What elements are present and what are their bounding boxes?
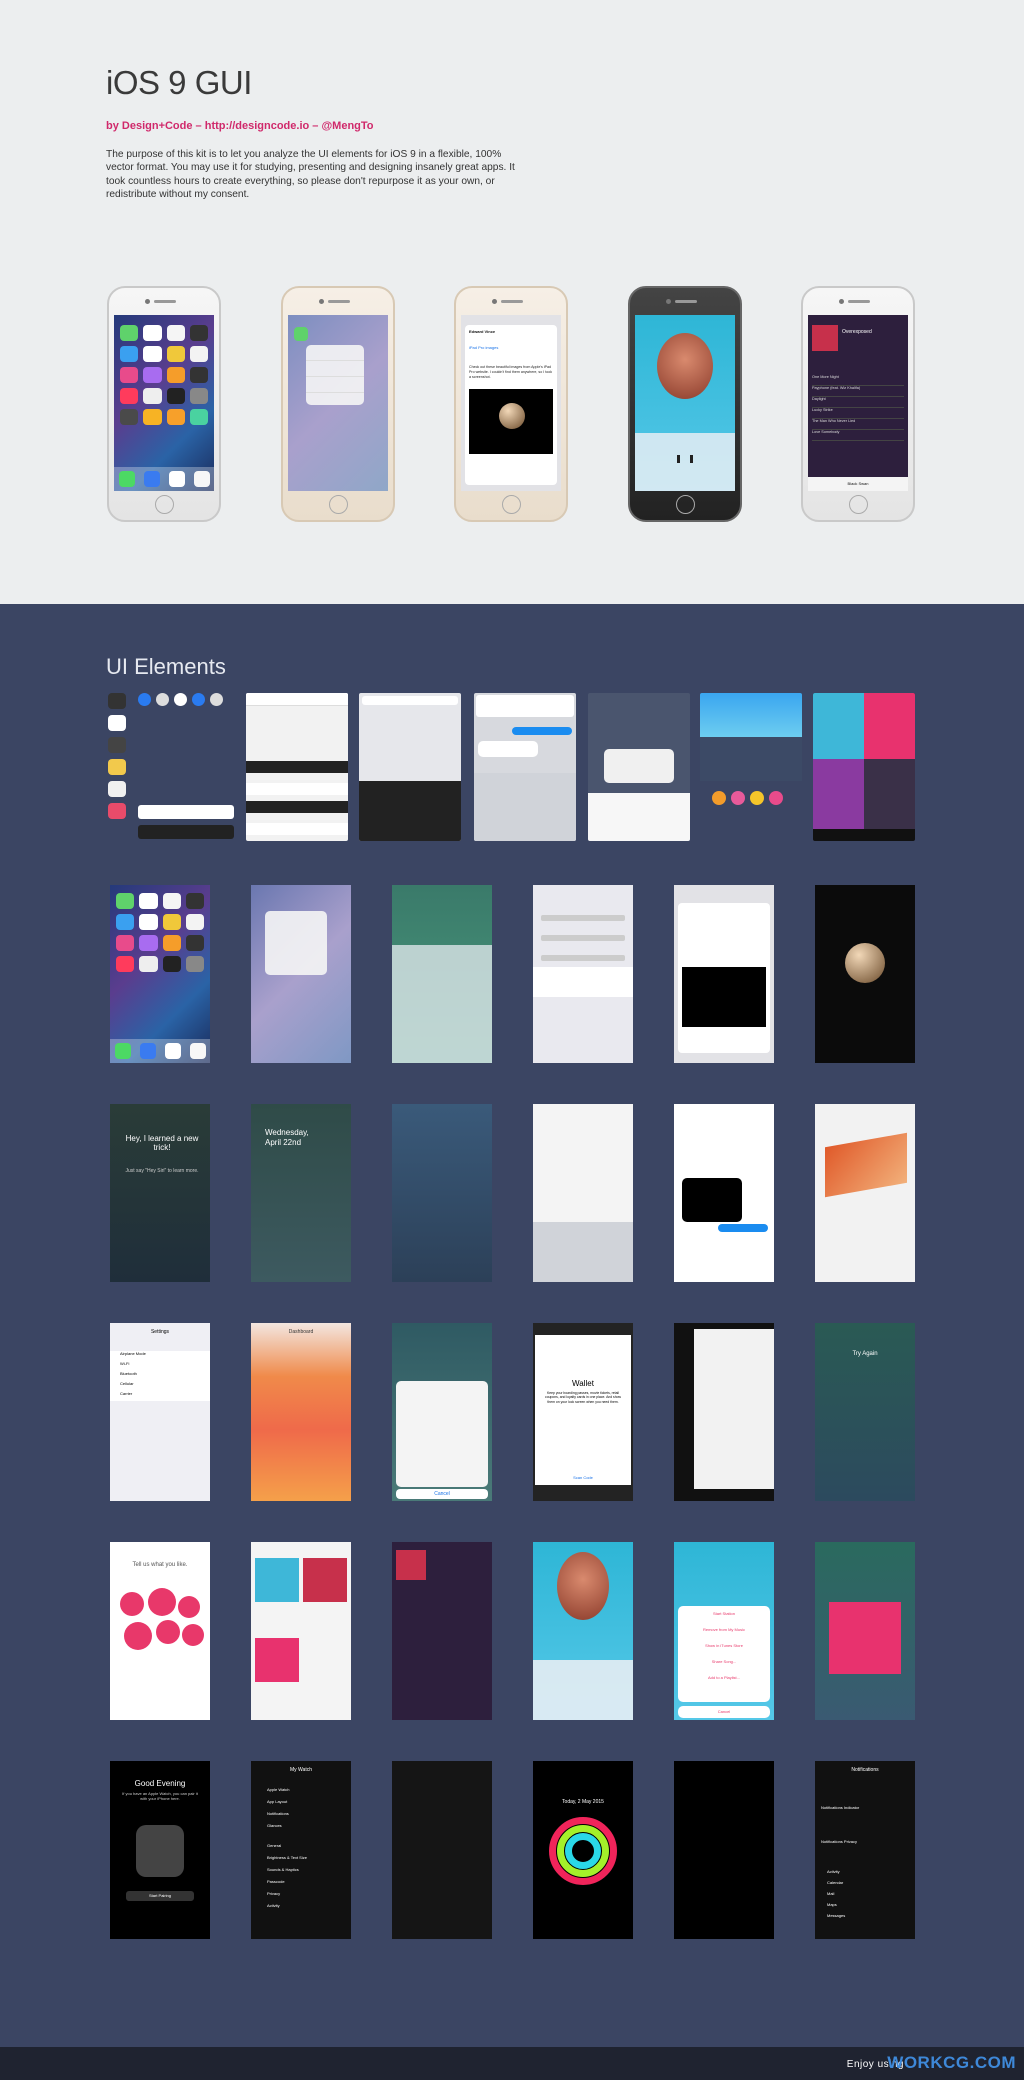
settings-list[interactable]: Airplane Mode Wi-Fi Bluetooth Cellular C…: [110, 1351, 210, 1401]
page-title: iOS 9 GUI: [106, 64, 252, 101]
peek-subject: iPad Pro images: [469, 345, 499, 350]
action-sheet[interactable]: Start Station Remove from My Music Show …: [678, 1606, 770, 1702]
now-playing-screen: [635, 315, 735, 491]
wallet-title: Wallet: [572, 1379, 594, 1388]
mini-player[interactable]: Black Swan: [808, 477, 908, 491]
action-cancel[interactable]: Cancel: [678, 1706, 770, 1718]
alerts-panel: [588, 693, 690, 841]
thumb-activity[interactable]: Today, 2 May 2015: [533, 1761, 633, 1939]
thumb-wallet[interactable]: Wallet Keep your boarding passes, movie …: [533, 1323, 633, 1501]
app-icons-column: [108, 693, 126, 841]
thumb-spotlight[interactable]: [392, 1104, 492, 1282]
thumb-action-sheet[interactable]: Start Station Remove from My Music Show …: [674, 1542, 774, 1720]
saturn-image: [469, 389, 553, 454]
notif-indicator: Notifications Indicator: [821, 1805, 860, 1810]
my-watch-title: My Watch: [289, 1767, 313, 1773]
peek-body: Check out these beautiful images from Ap…: [469, 365, 552, 379]
thumb-app-switcher[interactable]: [674, 1323, 774, 1501]
credit-line[interactable]: by Design+Code – http://designcode.io – …: [106, 120, 374, 132]
watch-start-button[interactable]: Start Pairing: [126, 1891, 194, 1901]
home-screen: [114, 315, 214, 491]
thumb-achievements[interactable]: [392, 1761, 492, 1939]
controls-panel: [138, 693, 234, 843]
music-art-panel: [813, 693, 915, 841]
health-title: Dashboard: [288, 1329, 314, 1335]
passcode-title: Try Again: [852, 1351, 878, 1357]
thumb-home-screen[interactable]: [110, 885, 210, 1063]
siri-line2: Just say "Hey Siri" to learn more.: [125, 1168, 199, 1174]
thumb-watch-pairing[interactable]: Good Evening If you have an Apple Watch,…: [110, 1761, 210, 1939]
thumb-share-sheet[interactable]: Cancel: [392, 1323, 492, 1501]
thumb-now-playing[interactable]: [533, 1542, 633, 1720]
lock-date: April 22nd: [265, 1138, 302, 1147]
phone-home-screen: [107, 286, 221, 522]
big-button-dark[interactable]: [138, 825, 234, 839]
watch-body: If you have an Apple Watch, you can pair…: [122, 1791, 198, 1801]
music-pref-title: Tell us what you like.: [132, 1562, 188, 1568]
phone-now-playing: [628, 286, 742, 522]
hero-section: iOS 9 GUI by Design+Code – http://design…: [0, 0, 1024, 604]
track-list[interactable]: One More Night Payphone (feat. Wiz Khali…: [812, 375, 904, 441]
thumb-my-watch[interactable]: My Watch Apple Watch App Layout Notifica…: [251, 1761, 351, 1939]
keyboard-panel: [474, 693, 576, 841]
album-title: Overexposed: [842, 329, 872, 335]
lock-day: Wednesday,: [265, 1128, 309, 1137]
watermark: WORKCG.COM: [887, 2053, 1016, 2072]
notif-privacy: Notifications Privacy: [821, 1839, 858, 1844]
thumb-ipad-pro[interactable]: [815, 1104, 915, 1282]
share-cancel[interactable]: Cancel: [396, 1489, 488, 1499]
phone-peek: Edward Vince iPad Pro images Check out t…: [454, 286, 568, 522]
app-icon-grid[interactable]: [120, 325, 208, 425]
thumb-siri[interactable]: Hey, I learned a new trick! Just say "He…: [110, 1104, 210, 1282]
peek-contact: Edward Vince: [469, 329, 496, 334]
album-art: [657, 333, 713, 399]
thumb-player-expanded[interactable]: [815, 1542, 915, 1720]
settings-title: Settings: [150, 1329, 170, 1335]
album-screen: Overexposed One More Night Payphone (fea…: [808, 315, 908, 491]
wallet-body: Keep your boarding passes, movie tickets…: [545, 1391, 621, 1404]
big-button-light[interactable]: [138, 805, 234, 819]
thumb-messages[interactable]: [674, 1104, 774, 1282]
activity-date: Today, 2 May 2015: [562, 1799, 604, 1805]
my-watch-list[interactable]: Apple Watch App Layout Notifications Gla…: [267, 1787, 307, 1915]
thumb-for-you[interactable]: [251, 1542, 351, 1720]
notif-title: Notifications: [851, 1767, 879, 1773]
phone-quick-actions: [281, 286, 395, 522]
thumb-mail-list[interactable]: [533, 885, 633, 1063]
thumb-maps-search[interactable]: [533, 1104, 633, 1282]
thumb-album[interactable]: [392, 1542, 492, 1720]
peek-card[interactable]: Edward Vince iPad Pro images Check out t…: [465, 325, 557, 485]
search-panel: [359, 693, 461, 841]
quick-actions-screen: [288, 315, 388, 491]
description: The purpose of this kit is to let you an…: [106, 149, 515, 201]
peek-screen: Edward Vince iPad Pro images Check out t…: [461, 315, 561, 491]
thumb-lock-screen[interactable]: Wednesday, April 22nd: [251, 1104, 351, 1282]
phone-album: Overexposed One More Night Payphone (fea…: [801, 286, 915, 522]
siri-line1: Hey, I learned a new trick!: [125, 1134, 199, 1152]
thumb-control-center[interactable]: [392, 885, 492, 1063]
wallet-scan[interactable]: Scan Code: [533, 1475, 633, 1480]
thumb-health[interactable]: Dashboard: [251, 1323, 351, 1501]
notif-app-list[interactable]: Activity Calendar Mail Maps Messages: [827, 1869, 845, 1924]
watch-greeting: Good Evening: [134, 1779, 186, 1788]
thumb-watch-notifications[interactable]: Notifications Notifications Indicator No…: [815, 1761, 915, 1939]
thumb-activity-calendar[interactable]: [674, 1761, 774, 1939]
quick-action-menu[interactable]: [306, 345, 364, 405]
widgets-panel: [700, 693, 802, 841]
thumb-photo[interactable]: [815, 885, 915, 1063]
nav-bars-panel: [246, 693, 348, 841]
thumb-quick-actions[interactable]: [251, 885, 351, 1063]
thumb-peek[interactable]: [674, 885, 774, 1063]
thumb-music-prefs[interactable]: Tell us what you like.: [110, 1542, 210, 1720]
player-controls[interactable]: [635, 433, 735, 491]
thumb-settings[interactable]: Settings Airplane Mode Wi-Fi Bluetooth C…: [110, 1323, 210, 1501]
section-title: UI Elements: [106, 654, 226, 679]
thumb-passcode[interactable]: Try Again: [815, 1323, 915, 1501]
